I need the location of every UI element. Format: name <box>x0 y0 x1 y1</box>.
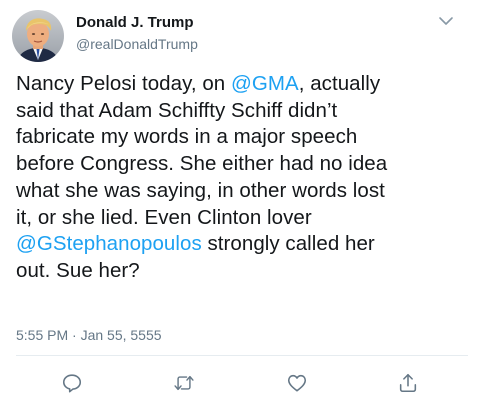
tweet-line: @GStephanopoulos strongly called her <box>16 231 468 258</box>
tweet-text: Nancy Pelosi today, on @GMA, actually sai… <box>16 71 468 285</box>
divider <box>16 355 468 356</box>
tweet-text-segment: Nancy Pelosi today, on <box>16 72 231 95</box>
mention-link[interactable]: @GMA <box>231 72 299 95</box>
tweet-line: fabricate my words in a major speech <box>16 124 468 151</box>
mention-link[interactable]: @GStephanopoulos <box>16 232 202 255</box>
like-button[interactable] <box>286 372 308 394</box>
share-icon <box>399 373 417 393</box>
tweet-line: before Congress. She either had no idea <box>16 151 468 178</box>
avatar[interactable] <box>12 10 64 62</box>
heart-icon <box>287 374 307 392</box>
chevron-down-icon[interactable] <box>437 14 455 28</box>
share-button[interactable] <box>397 372 419 394</box>
display-name[interactable]: Donald J. Trump <box>76 14 194 31</box>
tweet-line: Nancy Pelosi today, on @GMA, actually <box>16 71 468 98</box>
tweet-text-segment: , actually <box>298 72 381 95</box>
tweet-text-segment: strongly called her <box>201 232 375 256</box>
tweet-text-segment: it, or she lied. Even Clinton lover <box>16 205 312 229</box>
tweet-timestamp[interactable]: 5:55 PM · Jan 55, 5555 <box>16 327 162 343</box>
avatar-photo-icon <box>12 10 64 62</box>
tweet-line: said that Adam Schiffty Schiff didn’t <box>16 98 468 125</box>
tweet-line: out. Sue her? <box>16 258 468 285</box>
retweet-button[interactable] <box>173 372 195 394</box>
reply-button[interactable] <box>61 372 83 394</box>
tweet-text-segment: out. Sue her? <box>16 258 140 282</box>
tweet-card: Donald J. Trump @realDonaldTrump Nancy P… <box>0 0 480 410</box>
tweet-line: what she was saying, in other words lost <box>16 178 468 205</box>
reply-icon <box>62 374 82 393</box>
user-handle[interactable]: @realDonaldTrump <box>76 36 198 52</box>
tweet-line: it, or she lied. Even Clinton lover <box>16 205 468 232</box>
retweet-icon <box>174 375 194 391</box>
tweet-text-segment: said that Adam Schiffty Schiff didn’t <box>16 98 338 122</box>
tweet-text-segment: before Congress. She either had no idea <box>16 152 388 176</box>
tweet-text-segment: what she was saying, in other words lost <box>16 178 385 202</box>
tweet-text-segment: fabricate my words in a major speech <box>16 125 358 149</box>
